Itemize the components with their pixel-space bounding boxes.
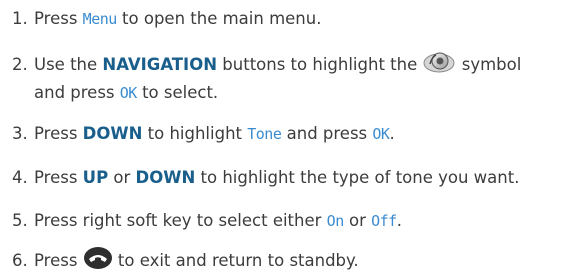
step-text: to highlight the type of tone you want. (195, 168, 520, 187)
step-number: 1. (12, 9, 28, 28)
step-text: symbol (456, 55, 522, 74)
step-text: or (108, 168, 136, 187)
step-text: or (343, 211, 372, 230)
step-text: to exit and return to standby. (112, 251, 359, 270)
display-term-ok: OK (119, 84, 138, 102)
display-term-menu: Menu (82, 10, 118, 28)
step-text: and press (34, 83, 120, 102)
key-down: DOWN (135, 168, 196, 187)
instruction-steps: 1. Press Menu to open the main menu. 2. Us… (0, 0, 577, 277)
step-text: . (389, 124, 395, 143)
display-term-ok: OK (372, 125, 390, 143)
step-2-continuation: and press OK to select. (12, 80, 572, 106)
key-up: UP (82, 168, 109, 187)
step-text: Press (34, 124, 83, 143)
step-3: 3. Press DOWN to highlight Tone and press… (12, 121, 572, 147)
step-5: 5. Press right soft key to select either … (12, 208, 572, 234)
step-number: 6. (12, 251, 28, 270)
display-term-on: On (326, 212, 345, 230)
step-text: to highlight (142, 124, 248, 143)
step-text: to select. (136, 83, 219, 102)
step-text: Use the (34, 55, 103, 74)
step-text: Press (34, 9, 83, 28)
step-text: Press (34, 251, 83, 270)
key-navigation: NAVIGATION (102, 55, 218, 74)
step-4: 4. Press UP or DOWN to highlight the type… (12, 165, 572, 190)
step-text: to open the main menu. (116, 9, 322, 28)
step-2: 2. Use the NAVIGATION buttons to highligh… (12, 51, 572, 106)
step-number: 5. (12, 211, 28, 230)
step-text: . (396, 211, 402, 230)
step-text: and press (281, 124, 373, 143)
step-text: Press (34, 168, 83, 187)
step-1: 1. Press Menu to open the main menu. (12, 6, 572, 32)
key-down: DOWN (82, 124, 143, 143)
end-call-key-icon (83, 246, 113, 277)
step-6: 6. Press to exit and return to standby. (12, 246, 572, 277)
speaker-volume-icon (422, 51, 456, 80)
step-number: 3. (12, 124, 28, 143)
step-text: Press right soft key to select either (34, 211, 327, 230)
display-term-off: Off (371, 212, 397, 230)
step-number: 4. (12, 168, 28, 187)
step-number: 2. (12, 55, 28, 74)
display-term-tone: Tone (247, 125, 282, 143)
step-text: buttons to highlight the (217, 55, 423, 74)
